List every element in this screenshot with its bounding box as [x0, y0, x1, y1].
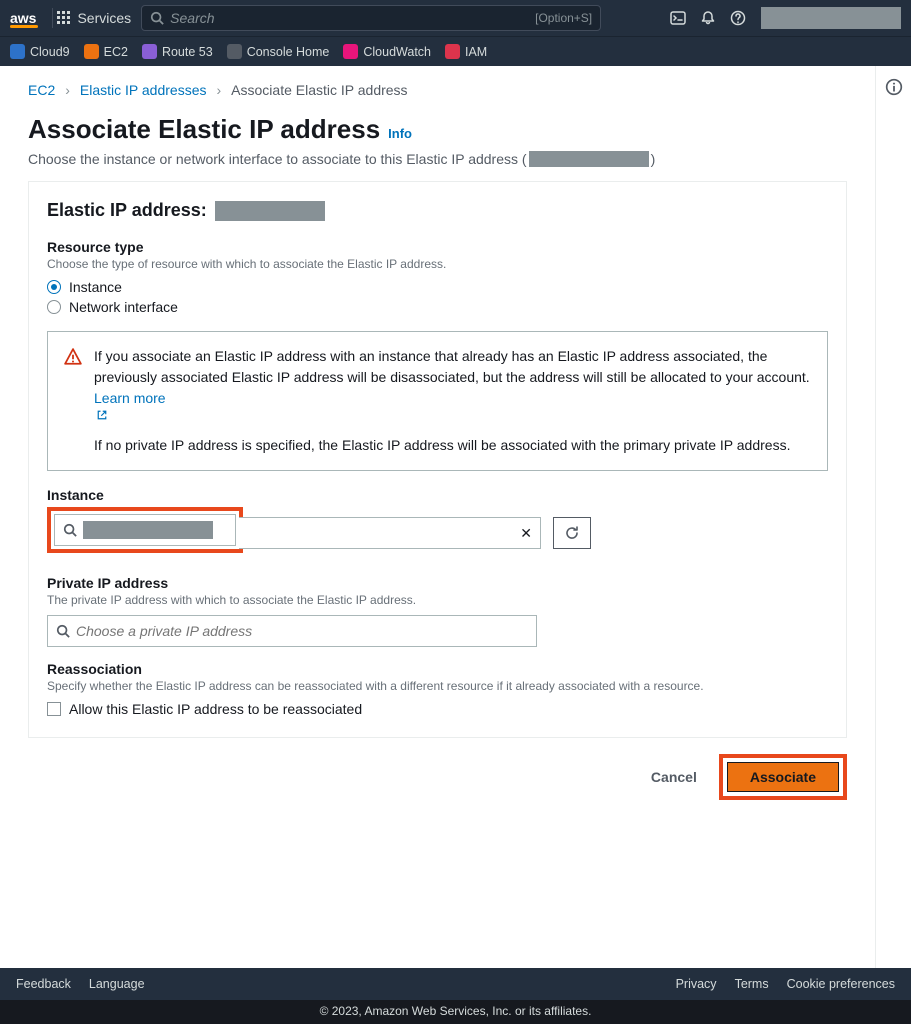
private-ip-label: Private IP address — [47, 575, 828, 591]
alert-text-2: If no private IP address is specified, t… — [94, 435, 811, 456]
breadcrumb-ec2[interactable]: EC2 — [28, 82, 55, 98]
instance-label: Instance — [47, 487, 828, 503]
alert-body: If you associate an Elastic IP address w… — [94, 346, 811, 456]
services-menu[interactable]: Services — [57, 10, 131, 26]
search-shortcut: [Option+S] — [535, 11, 592, 25]
associate-form-card: Elastic IP address: Resource type Choose… — [28, 181, 847, 738]
card-title: Elastic IP address: — [47, 200, 828, 221]
search-icon — [56, 624, 70, 638]
warning-icon — [64, 348, 82, 456]
footer-feedback[interactable]: Feedback — [16, 977, 71, 991]
footer-copyright: © 2023, Amazon Web Services, Inc. or its… — [0, 1000, 911, 1024]
reassociation-label: Reassociation — [47, 661, 828, 677]
chevron-right-icon: › — [217, 82, 222, 98]
radio-label: Network interface — [69, 299, 178, 315]
search-icon — [63, 523, 77, 537]
warning-alert: If you associate an Elastic IP address w… — [47, 331, 828, 471]
breadcrumb-current: Associate Elastic IP address — [231, 82, 407, 98]
radio-network-interface[interactable]: Network interface — [47, 299, 828, 315]
subtitle-prefix: Choose the instance or network interface… — [28, 151, 527, 167]
cloudwatch-icon — [343, 44, 358, 59]
console-home-icon — [227, 44, 242, 59]
route53-icon — [142, 44, 157, 59]
card-title-label: Elastic IP address: — [47, 200, 207, 221]
iam-icon — [445, 44, 460, 59]
chevron-right-icon: › — [65, 82, 70, 98]
breadcrumb-eip-list[interactable]: Elastic IP addresses — [80, 82, 207, 98]
global-nav: aws Services Search [Option+S] — [0, 0, 911, 36]
form-actions: Cancel Associate — [28, 754, 847, 800]
footer-bar: Feedback Language Privacy Terms Cookie p… — [0, 968, 911, 1000]
radio-label: Instance — [69, 279, 122, 295]
external-link-icon — [96, 409, 108, 421]
account-menu-redacted[interactable] — [761, 7, 901, 29]
fav-cloud9[interactable]: Cloud9 — [10, 44, 70, 59]
fav-label: Cloud9 — [30, 45, 70, 59]
reassociation-help: Specify whether the Elastic IP address c… — [47, 679, 828, 693]
instance-value-redacted — [83, 521, 213, 539]
footer-cookie-prefs[interactable]: Cookie preferences — [787, 977, 895, 991]
ec2-icon — [84, 44, 99, 59]
resource-type-help: Choose the type of resource with which t… — [47, 257, 828, 271]
checkbox-icon — [47, 702, 61, 716]
fav-cloudwatch[interactable]: CloudWatch — [343, 44, 431, 59]
search-icon — [150, 11, 164, 25]
private-ip-combobox[interactable] — [47, 615, 537, 647]
alert-text-1: If you associate an Elastic IP address w… — [94, 348, 810, 385]
fav-label: CloudWatch — [363, 45, 431, 59]
learn-more-label: Learn more — [94, 390, 166, 406]
info-panel-toggle[interactable] — [875, 66, 911, 968]
clear-instance-icon[interactable]: ✕ — [520, 525, 532, 542]
fav-label: IAM — [465, 45, 487, 59]
footer-privacy[interactable]: Privacy — [676, 977, 717, 991]
private-ip-help: The private IP address with which to ass… — [47, 593, 828, 607]
refresh-instances-button[interactable] — [553, 517, 591, 549]
checkbox-label: Allow this Elastic IP address to be reas… — [69, 701, 362, 717]
aws-logo[interactable]: aws — [10, 10, 36, 26]
cloudshell-icon[interactable] — [663, 3, 693, 33]
cloud9-icon — [10, 44, 25, 59]
breadcrumb: EC2 › Elastic IP addresses › Associate E… — [28, 82, 847, 98]
radio-icon — [47, 280, 61, 294]
resource-type-label: Resource type — [47, 239, 828, 255]
eip-address-redacted — [529, 151, 649, 167]
fav-label: EC2 — [104, 45, 128, 59]
fav-route53[interactable]: Route 53 — [142, 44, 213, 59]
favorites-bar: Cloud9 EC2 Route 53 Console Home CloudWa… — [0, 36, 911, 66]
page-subtitle: Choose the instance or network interface… — [28, 151, 847, 167]
associate-button[interactable]: Associate — [727, 762, 839, 792]
nav-divider — [52, 8, 53, 28]
services-grid-icon — [57, 11, 71, 25]
eip-value-redacted — [215, 201, 325, 221]
cancel-button[interactable]: Cancel — [641, 763, 707, 791]
footer-language[interactable]: Language — [89, 977, 145, 991]
radio-instance[interactable]: Instance — [47, 279, 828, 295]
learn-more-link[interactable]: Learn more — [94, 390, 811, 421]
instance-combobox[interactable] — [54, 514, 236, 546]
fav-console-home[interactable]: Console Home — [227, 44, 330, 59]
page-title: Associate Elastic IP address — [28, 114, 380, 145]
private-ip-input[interactable] — [76, 623, 528, 639]
reassociation-checkbox-row[interactable]: Allow this Elastic IP address to be reas… — [47, 701, 828, 717]
global-search[interactable]: Search [Option+S] — [141, 5, 601, 31]
info-icon — [885, 78, 903, 96]
fav-ec2[interactable]: EC2 — [84, 44, 128, 59]
fav-label: Route 53 — [162, 45, 213, 59]
radio-icon — [47, 300, 61, 314]
notifications-icon[interactable] — [693, 3, 723, 33]
associate-button-highlight: Associate — [719, 754, 847, 800]
footer-terms[interactable]: Terms — [735, 977, 769, 991]
search-placeholder: Search — [170, 10, 214, 26]
subtitle-suffix: ) — [651, 151, 656, 167]
page-content: EC2 › Elastic IP addresses › Associate E… — [0, 66, 875, 968]
refresh-icon — [564, 525, 580, 541]
instance-field-highlight — [47, 507, 243, 553]
fav-label: Console Home — [247, 45, 330, 59]
info-link[interactable]: Info — [388, 126, 412, 141]
services-label: Services — [77, 10, 131, 26]
help-icon[interactable] — [723, 3, 753, 33]
fav-iam[interactable]: IAM — [445, 44, 487, 59]
